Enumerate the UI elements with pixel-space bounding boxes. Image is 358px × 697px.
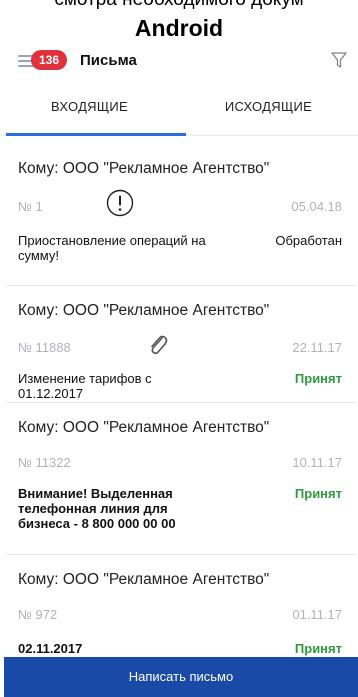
letter-date: 10.11.17 (292, 455, 342, 470)
letter-card[interactable]: Кому: ООО "Рекламное Агентство" № 11322 … (6, 403, 356, 555)
letter-subject: 02.11.2017 (18, 641, 83, 656)
letter-status: Принят (294, 486, 342, 501)
letter-subject: Изменение тарифов с 01.12.2017 (18, 371, 152, 401)
app-bar: 136 Письма (0, 48, 358, 76)
letters-list[interactable]: Кому: ООО "Рекламное Агентство" № 1 05.0… (6, 144, 356, 658)
letter-number: № 972 (18, 607, 58, 622)
letter-subject: Приостановление операций на сумму! (18, 233, 206, 263)
letter-number: № 1 (18, 199, 43, 214)
letter-card[interactable]: Кому: ООО "Рекламное Агентство" № 11888 … (6, 286, 356, 403)
letter-recipient: Кому: ООО "Рекламное Агентство" (18, 419, 270, 436)
caption-top-text: смотра необходимого докум (0, 0, 358, 11)
letter-recipient: Кому: ООО "Рекламное Агентство" (18, 302, 270, 319)
letter-card[interactable]: Кому: ООО "Рекламное Агентство" № 972 01… (6, 555, 356, 658)
letter-date: 01.11.17 (292, 607, 342, 622)
paperclip-icon (151, 335, 168, 355)
letter-number: № 11888 (18, 340, 71, 355)
tab-inbox[interactable]: ВХОДЯЩИЕ (0, 78, 179, 136)
filter-icon[interactable] (330, 50, 348, 70)
compose-letter-button[interactable]: Написать письмо (4, 657, 358, 697)
letter-status: Обработан (275, 233, 342, 248)
letter-recipient: Кому: ООО "Рекламное Агентство" (18, 571, 270, 588)
unread-count-badge: 136 (31, 50, 68, 70)
tab-bar: ВХОДЯЩИЕ ИСХОДЯЩИЕ (0, 78, 358, 136)
letter-date: 22.11.17 (292, 340, 342, 355)
letter-date: 05.04.18 (291, 199, 342, 214)
letter-card[interactable]: Кому: ООО "Рекламное Агентство" № 1 05.0… (6, 144, 356, 286)
tab-outbox[interactable]: ИСХОДЯЩИЕ (179, 78, 358, 136)
letter-subject: Внимание! Выделенная телефонная линия дл… (18, 486, 176, 531)
exclamation-icon (106, 189, 134, 217)
letter-status: Принят (294, 371, 342, 386)
letter-number: № 11322 (18, 455, 71, 470)
platform-caption: Android (134, 15, 224, 41)
active-tab-indicator (6, 133, 186, 136)
page-title: Письма (80, 52, 137, 69)
letter-recipient: Кому: ООО "Рекламное Агентство" (18, 160, 270, 177)
letter-status: Принят (294, 641, 342, 656)
